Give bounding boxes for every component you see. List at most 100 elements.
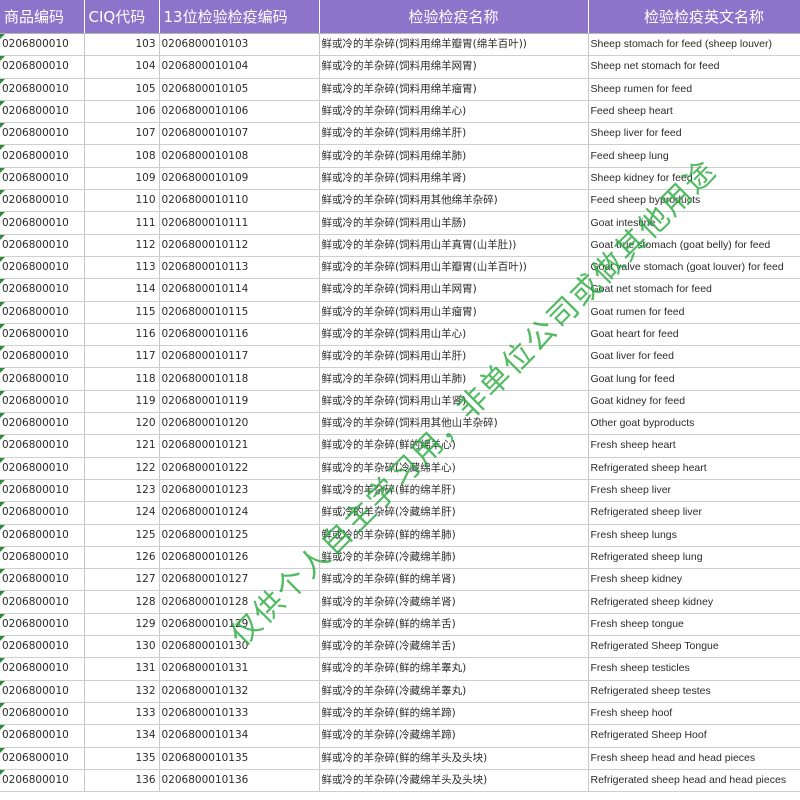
cell-ciq-code[interactable]: 127	[84, 568, 160, 592]
cell-commodity-code[interactable]: 0206800010	[0, 657, 85, 681]
table-row[interactable]: 0206800010 105 0206800010105 鲜或冷的羊杂碎(饲料用绵羊瘤…	[0, 78, 800, 101]
table-row[interactable]: 0206800010 103 0206800010103 鲜或冷的羊杂碎(饲料用绵羊瓣…	[0, 33, 800, 57]
cell-ciq-code[interactable]: 107	[84, 122, 160, 146]
table-row[interactable]: 0206800010 113 0206800010113 鲜或冷的羊杂碎(饲料用山羊瓣…	[0, 256, 800, 280]
cell-commodity-code[interactable]: 0206800010	[0, 234, 85, 257]
cell-ciq-code[interactable]: 117	[84, 345, 160, 369]
cell-ciq-code[interactable]: 130	[84, 635, 160, 659]
table-row[interactable]: 0206800010 120 0206800010120 鲜或冷的羊杂碎(饲料用其他山…	[0, 412, 800, 436]
cell-en-name[interactable]: Fresh sheep liver	[588, 479, 800, 503]
table-row[interactable]: 0206800010 136 0206800010136 鲜或冷的羊杂碎(冷藏绵羊头及…	[0, 769, 800, 793]
table-row[interactable]: 0206800010 135 0206800010135 鲜或冷的羊杂碎(鲜的绵羊头及…	[0, 747, 800, 770]
cell-ciq-code[interactable]: 122	[84, 457, 160, 480]
cell-commodity-code[interactable]: 0206800010	[0, 78, 85, 101]
cell-ciq-code[interactable]: 105	[84, 78, 160, 101]
cell-commodity-code[interactable]: 0206800010	[0, 189, 85, 213]
table-row[interactable]: 0206800010 121 0206800010121 鲜或冷的羊杂碎(鲜的绵羊心)…	[0, 434, 800, 458]
cell-cn-name[interactable]: 鲜或冷的羊杂碎(饲料用绵羊肺)	[319, 144, 589, 168]
table-row[interactable]: 0206800010 116 0206800010116 鲜或冷的羊杂碎(饲料用山羊心…	[0, 323, 800, 347]
cell-13-digit-code[interactable]: 0206800010117	[159, 345, 320, 369]
cell-cn-name[interactable]: 鲜或冷的羊杂碎(饲料用其他山羊杂碎)	[319, 412, 589, 436]
table-row[interactable]: 0206800010 127 0206800010127 鲜或冷的羊杂碎(鲜的绵羊肾)…	[0, 568, 800, 592]
cell-en-name[interactable]: Fresh sheep heart	[588, 434, 800, 458]
header-en-name[interactable]: 检验检疫英文名称	[588, 0, 800, 34]
cell-commodity-code[interactable]: 0206800010	[0, 769, 85, 793]
cell-13-digit-code[interactable]: 0206800010123	[159, 479, 320, 503]
cell-cn-name[interactable]: 鲜或冷的羊杂碎(冷藏绵羊蹄)	[319, 724, 589, 748]
cell-cn-name[interactable]: 鲜或冷的羊杂碎(饲料用山羊肝)	[319, 345, 589, 369]
cell-cn-name[interactable]: 鲜或冷的羊杂碎(鲜的绵羊肝)	[319, 479, 589, 503]
cell-13-digit-code[interactable]: 0206800010111	[159, 211, 320, 235]
cell-13-digit-code[interactable]: 0206800010127	[159, 568, 320, 592]
cell-13-digit-code[interactable]: 0206800010124	[159, 501, 320, 525]
cell-en-name[interactable]: Refrigerated Sheep Hoof	[588, 724, 800, 748]
cell-commodity-code[interactable]: 0206800010	[0, 167, 85, 191]
cell-cn-name[interactable]: 鲜或冷的羊杂碎(鲜的绵羊蹄)	[319, 702, 589, 726]
cell-13-digit-code[interactable]: 0206800010126	[159, 546, 320, 570]
cell-en-name[interactable]: Refrigerated Sheep Tongue	[588, 635, 800, 659]
cell-ciq-code[interactable]: 112	[84, 234, 160, 257]
cell-13-digit-code[interactable]: 0206800010136	[159, 769, 320, 793]
cell-ciq-code[interactable]: 133	[84, 702, 160, 726]
cell-13-digit-code[interactable]: 0206800010132	[159, 680, 320, 703]
table-row[interactable]: 0206800010 123 0206800010123 鲜或冷的羊杂碎(鲜的绵羊肝)…	[0, 479, 800, 503]
cell-en-name[interactable]: Fresh sheep kidney	[588, 568, 800, 592]
cell-cn-name[interactable]: 鲜或冷的羊杂碎(饲料用山羊瓣胃(山羊百叶))	[319, 256, 589, 280]
cell-cn-name[interactable]: 鲜或冷的羊杂碎(冷藏绵羊头及头块)	[319, 769, 589, 793]
header-commodity-code[interactable]: 商品编码	[0, 0, 85, 34]
cell-commodity-code[interactable]: 0206800010	[0, 524, 85, 547]
cell-en-name[interactable]: Fresh sheep hoof	[588, 702, 800, 726]
cell-cn-name[interactable]: 鲜或冷的羊杂碎(鲜的绵羊心)	[319, 434, 589, 458]
cell-en-name[interactable]: Goat true stomach (goat belly) for feed	[588, 234, 800, 257]
cell-en-name[interactable]: Sheep net stomach for feed	[588, 55, 800, 79]
cell-cn-name[interactable]: 鲜或冷的羊杂碎(冷藏绵羊肾)	[319, 590, 589, 614]
cell-en-name[interactable]: Fresh sheep lungs	[588, 524, 800, 547]
header-ciq-code[interactable]: CIQ代码	[84, 0, 160, 34]
cell-ciq-code[interactable]: 124	[84, 501, 160, 525]
cell-ciq-code[interactable]: 121	[84, 434, 160, 458]
cell-en-name[interactable]: Goat rumen for feed	[588, 301, 800, 324]
cell-ciq-code[interactable]: 103	[84, 33, 160, 57]
table-row[interactable]: 0206800010 112 0206800010112 鲜或冷的羊杂碎(饲料用山羊真…	[0, 234, 800, 257]
cell-cn-name[interactable]: 鲜或冷的羊杂碎(饲料用山羊心)	[319, 323, 589, 347]
cell-ciq-code[interactable]: 108	[84, 144, 160, 168]
cell-ciq-code[interactable]: 115	[84, 301, 160, 324]
table-row[interactable]: 0206800010 111 0206800010111 鲜或冷的羊杂碎(饲料用山羊肠…	[0, 211, 800, 235]
cell-cn-name[interactable]: 鲜或冷的羊杂碎(饲料用其他绵羊杂碎)	[319, 189, 589, 213]
cell-en-name[interactable]: Sheep rumen for feed	[588, 78, 800, 101]
cell-13-digit-code[interactable]: 0206800010125	[159, 524, 320, 547]
cell-13-digit-code[interactable]: 0206800010131	[159, 657, 320, 681]
cell-13-digit-code[interactable]: 0206800010120	[159, 412, 320, 436]
header-13-digit-code[interactable]: 13位检验检疫编码	[159, 0, 320, 34]
table-row[interactable]: 0206800010 132 0206800010132 鲜或冷的羊杂碎(冷藏绵羊睾丸…	[0, 680, 800, 703]
table-row[interactable]: 0206800010 118 0206800010118 鲜或冷的羊杂碎(饲料用山羊肺…	[0, 367, 800, 391]
cell-ciq-code[interactable]: 116	[84, 323, 160, 347]
cell-13-digit-code[interactable]: 0206800010105	[159, 78, 320, 101]
cell-en-name[interactable]: Feed sheep byproducts	[588, 189, 800, 213]
table-row[interactable]: 0206800010 110 0206800010110 鲜或冷的羊杂碎(饲料用其他绵…	[0, 189, 800, 213]
cell-cn-name[interactable]: 鲜或冷的羊杂碎(饲料用绵羊瘤胃)	[319, 78, 589, 101]
cell-commodity-code[interactable]: 0206800010	[0, 546, 85, 570]
cell-commodity-code[interactable]: 0206800010	[0, 702, 85, 726]
cell-commodity-code[interactable]: 0206800010	[0, 100, 85, 124]
cell-commodity-code[interactable]: 0206800010	[0, 144, 85, 168]
cell-commodity-code[interactable]: 0206800010	[0, 367, 85, 391]
cell-en-name[interactable]: Refrigerated sheep liver	[588, 501, 800, 525]
cell-13-digit-code[interactable]: 0206800010107	[159, 122, 320, 146]
cell-commodity-code[interactable]: 0206800010	[0, 457, 85, 480]
cell-cn-name[interactable]: 鲜或冷的羊杂碎(冷藏绵羊舌)	[319, 635, 589, 659]
cell-commodity-code[interactable]: 0206800010	[0, 301, 85, 324]
cell-en-name[interactable]: Refrigerated sheep lung	[588, 546, 800, 570]
header-cn-name[interactable]: 检验检疫名称	[319, 0, 589, 34]
cell-13-digit-code[interactable]: 0206800010121	[159, 434, 320, 458]
cell-ciq-code[interactable]: 131	[84, 657, 160, 681]
cell-ciq-code[interactable]: 111	[84, 211, 160, 235]
cell-en-name[interactable]: Goat liver for feed	[588, 345, 800, 369]
cell-en-name[interactable]: Refrigerated sheep head and head pieces	[588, 769, 800, 793]
cell-ciq-code[interactable]: 129	[84, 613, 160, 637]
cell-en-name[interactable]: Goat lung for feed	[588, 367, 800, 391]
cell-en-name[interactable]: Sheep liver for feed	[588, 122, 800, 146]
cell-13-digit-code[interactable]: 0206800010114	[159, 278, 320, 302]
table-row[interactable]: 0206800010 104 0206800010104 鲜或冷的羊杂碎(饲料用绵羊网…	[0, 55, 800, 79]
cell-cn-name[interactable]: 鲜或冷的羊杂碎(饲料用绵羊肝)	[319, 122, 589, 146]
